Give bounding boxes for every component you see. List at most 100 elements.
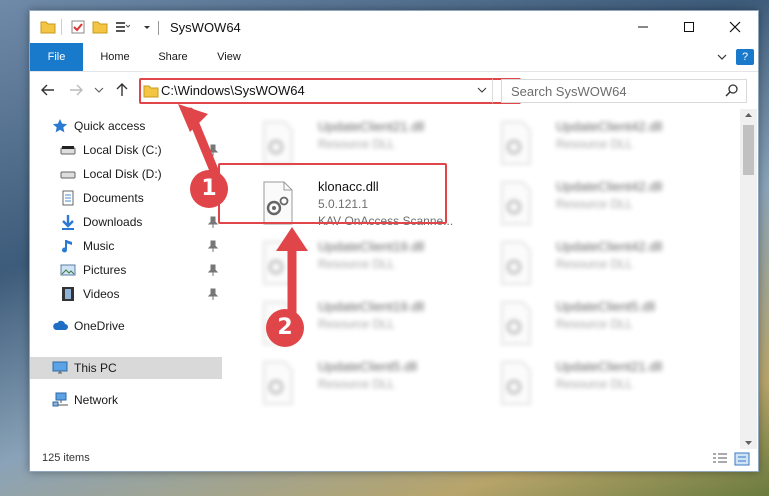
minimize-button[interactable] [620, 11, 666, 43]
new-folder-icon[interactable] [92, 19, 108, 35]
forward-button[interactable] [66, 80, 86, 100]
pin-icon [208, 264, 218, 276]
download-arrow-icon [62, 215, 74, 230]
details-view-icon[interactable] [712, 452, 728, 466]
sidebar-item-label: Downloads [83, 215, 143, 229]
file-type: Resource DLL [556, 137, 633, 151]
dropdown-arrow-icon[interactable] [142, 19, 152, 35]
file-name: UpdateClient42.dll [556, 119, 663, 134]
navigation-bar: C:\Windows\SysWOW64 Search SysWOW64 [30, 72, 758, 108]
back-button[interactable] [38, 80, 58, 100]
close-icon [729, 21, 741, 33]
forward-arrow-icon [70, 84, 83, 96]
tab-file[interactable]: File [30, 43, 83, 71]
file-name: UpdateClient21.dll [318, 119, 425, 134]
cloud-icon [53, 320, 68, 330]
customize-toolbar-icon[interactable] [114, 19, 130, 35]
file-item[interactable]: UpdateClient21.dll Resource DLL [488, 357, 718, 411]
drive-icon [60, 146, 76, 155]
monitor-icon [52, 361, 68, 374]
file-name: UpdateClient21.dll [556, 359, 663, 374]
dll-file-icon [501, 181, 531, 225]
file-name: UpdateClient5.dll [318, 359, 418, 374]
file-name: UpdateClient19.dll [318, 299, 425, 314]
title-separator [158, 21, 159, 35]
sidebar-item-label: OneDrive [74, 319, 125, 333]
up-button[interactable] [112, 80, 132, 100]
sidebar-item-onedrive[interactable]: OneDrive [30, 315, 222, 337]
dll-file-icon [263, 121, 293, 165]
title-bar: SysWOW64 [30, 11, 758, 43]
search-input[interactable]: Search SysWOW64 [511, 84, 627, 99]
tab-home[interactable]: Home [90, 43, 140, 71]
file-name: UpdateClient5.dll [556, 299, 656, 314]
music-note-icon [62, 240, 72, 253]
sidebar-item-label: Documents [83, 191, 144, 205]
tab-share[interactable]: Share [148, 43, 198, 71]
sidebar-item-label: Pictures [83, 263, 127, 277]
folder-icon [40, 21, 56, 34]
sidebar-item-label: Videos [83, 287, 120, 301]
sidebar-item-label: Music [83, 239, 115, 253]
large-icons-view-icon[interactable] [734, 452, 750, 466]
recent-locations-button[interactable] [92, 80, 106, 100]
file-item[interactable]: UpdateClient42.dll Resource DLL [488, 237, 718, 291]
sidebar-item-label: This PC [74, 361, 117, 375]
pin-icon [208, 216, 218, 228]
close-button[interactable] [712, 11, 758, 43]
tab-view[interactable]: View [204, 43, 254, 71]
star-icon [52, 119, 68, 133]
back-arrow-icon [41, 84, 54, 96]
file-type: Resource DLL [556, 257, 633, 271]
highlighted-file-box [218, 163, 447, 224]
explorer-window: SysWOW64 File Home Share View ? C:\Windo… [29, 10, 759, 472]
file-type: Resource DLL [318, 377, 395, 391]
file-item[interactable]: UpdateClient5.dll Resource DLL [488, 297, 718, 351]
vertical-scrollbar[interactable] [740, 109, 757, 449]
maximize-button[interactable] [666, 11, 712, 43]
sidebar-item-downloads[interactable]: Downloads [30, 211, 222, 233]
scroll-up-icon[interactable] [744, 111, 753, 119]
sidebar-item-music[interactable]: Music [30, 235, 222, 257]
file-name: UpdateClient19.dll [318, 239, 425, 254]
documents-icon [62, 190, 74, 206]
file-item[interactable]: UpdateClient5.dll Resource DLL [250, 357, 480, 411]
chevron-down-icon[interactable] [476, 84, 488, 96]
help-button[interactable]: ? [736, 49, 754, 65]
minimize-icon [638, 26, 648, 28]
pictures-icon [60, 264, 76, 276]
sidebar-item-videos[interactable]: Videos [30, 283, 222, 305]
search-box[interactable]: Search SysWOW64 [501, 79, 747, 103]
dll-file-icon [501, 121, 531, 165]
file-name: UpdateClient42.dll [556, 179, 663, 194]
sidebar-item-label: Local Disk (D:) [83, 167, 162, 181]
folder-icon [143, 85, 159, 98]
scroll-down-icon[interactable] [744, 439, 753, 447]
file-type: Resource DLL [318, 137, 395, 151]
sidebar-item-network[interactable]: Network [30, 389, 222, 411]
address-path: C:\Windows\SysWOW64 [161, 83, 305, 98]
dll-file-icon [501, 301, 531, 345]
maximize-icon [684, 22, 694, 32]
search-icon [725, 84, 738, 97]
film-icon [62, 287, 74, 301]
scroll-thumb[interactable] [743, 125, 754, 175]
callout-1: 1 [190, 170, 228, 208]
file-type: Resource DLL [318, 317, 395, 331]
properties-icon[interactable] [70, 19, 86, 35]
file-type: Resource DLL [556, 317, 633, 331]
pin-icon [208, 288, 218, 300]
window-title: SysWOW64 [170, 20, 241, 35]
drive-icon [60, 171, 76, 179]
file-item[interactable]: UpdateClient42.dll Resource DLL [488, 177, 718, 231]
dll-file-icon [501, 361, 531, 405]
file-type: Resource DLL [318, 257, 395, 271]
sidebar-item-this-pc[interactable]: This PC [30, 357, 222, 379]
sidebar-item-pictures[interactable]: Pictures [30, 259, 222, 281]
expand-ribbon-icon[interactable] [716, 51, 728, 63]
file-item[interactable]: UpdateClient42.dll Resource DLL [488, 117, 718, 171]
callout-2: 2 [266, 309, 304, 347]
file-type: Resource DLL [556, 197, 633, 211]
pin-icon [208, 240, 218, 252]
item-count: 125 items [42, 452, 90, 464]
